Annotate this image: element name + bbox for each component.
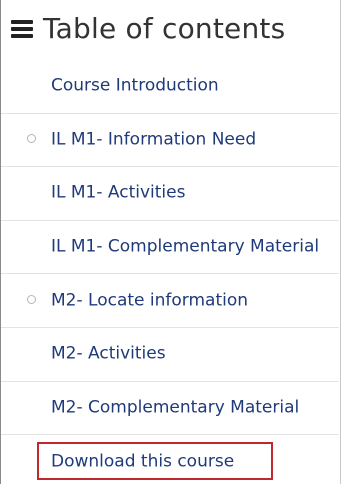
toc-link[interactable]: M2- Locate information [51,290,248,310]
toc-item-il-m1-information-need[interactable]: IL M1- Information Need [1,114,339,168]
toc-header: Table of contents [9,6,285,50]
page-title: Table of contents [43,11,286,45]
toc-item-m2-locate-information[interactable]: M2- Locate information [1,274,339,328]
toc-panel: Table of contents Course Introduction IL… [0,0,341,484]
toc-link[interactable]: M2- Complementary Material [51,397,299,417]
download-course-link[interactable]: Download this course [51,452,234,472]
toc-item-download-this-course[interactable]: Download this course [1,435,339,489]
toc-item-il-m1-complementary-material[interactable]: IL M1- Complementary Material [1,221,339,275]
toc-link[interactable]: Course Introduction [51,76,219,96]
toc-item-il-m1-activities[interactable]: IL M1- Activities [1,167,339,221]
toc-item-course-introduction[interactable]: Course Introduction [1,60,339,114]
hamburger-menu-icon[interactable] [9,17,35,39]
toc-link[interactable]: IL M1- Complementary Material [51,237,319,257]
toc-list: Course Introduction IL M1- Information N… [1,60,339,489]
circle-bullet-icon [27,294,36,304]
toc-item-m2-complementary-material[interactable]: M2- Complementary Material [1,382,339,436]
toc-link[interactable]: IL M1- Activities [51,183,185,203]
toc-link[interactable]: IL M1- Information Need [51,129,256,149]
circle-bullet-icon [27,133,36,143]
toc-item-m2-activities[interactable]: M2- Activities [1,328,339,382]
toc-link[interactable]: M2- Activities [51,344,166,364]
